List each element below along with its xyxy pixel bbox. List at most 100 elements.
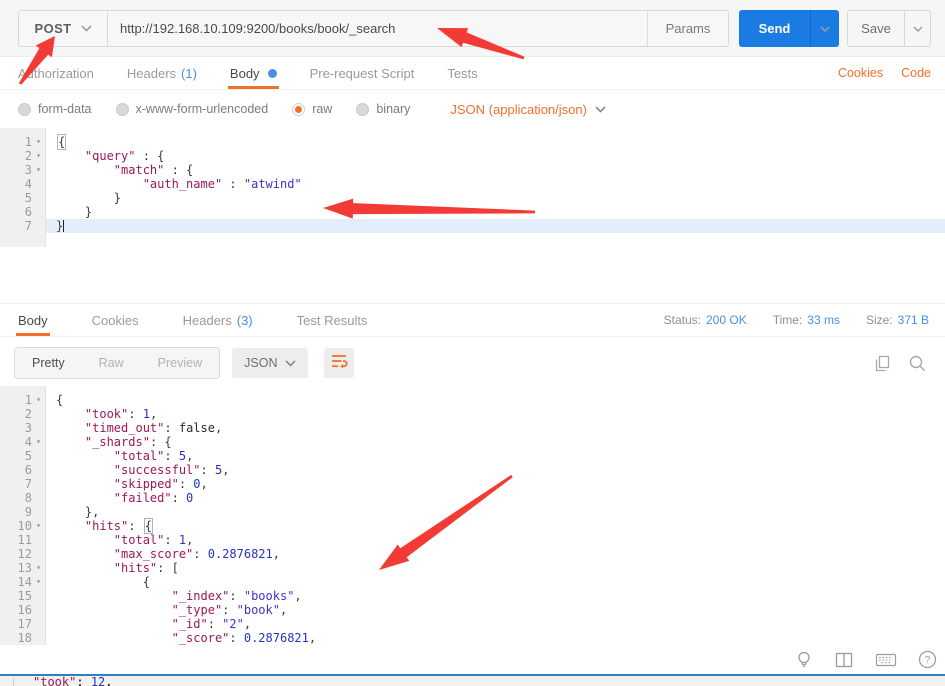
tab-label: Headers: [182, 312, 232, 328]
line-number[interactable]: 1 ▾: [0, 393, 45, 407]
body-type-raw[interactable]: raw: [292, 102, 332, 116]
code-line: "auth_name" : "atwind": [142, 177, 302, 191]
radio-label: binary: [376, 102, 411, 116]
tab-body[interactable]: Body: [227, 57, 279, 89]
url-group: POST Params: [18, 10, 729, 47]
body-type-x-www-form-urlencoded[interactable]: x-www-form-urlencoded: [115, 102, 268, 116]
tab-test-results[interactable]: Test Results: [297, 304, 368, 336]
body-type-form-data[interactable]: form-data: [18, 102, 92, 116]
chevron-down-icon: [80, 25, 92, 32]
body-format-dropdown[interactable]: JSON (application/json): [450, 102, 606, 117]
request-body-code[interactable]: { "query" : { "match" : { "auth_name" : …: [46, 128, 945, 233]
code-line: "_id": "2",: [171, 617, 252, 631]
method-label: POST: [34, 21, 72, 36]
params-button[interactable]: Params: [647, 11, 728, 46]
line-number: 5: [24, 449, 32, 463]
body-active-dot-icon: [267, 68, 277, 78]
wrap-text-button[interactable]: [324, 348, 355, 378]
line-number[interactable]: 13 ▾: [0, 561, 45, 575]
tab-label: Pre-request Script: [309, 65, 415, 81]
radio-label: form-data: [38, 102, 92, 116]
response-format-dropdown[interactable]: JSON: [232, 348, 309, 378]
meta-label: Size:: [865, 313, 893, 327]
line-number: 15: [17, 589, 32, 603]
chevron-down-icon: [285, 359, 297, 367]
tab-label: Test Results: [296, 312, 368, 328]
code-line: "_score": 0.2876821,: [171, 631, 317, 645]
code-link[interactable]: Code: [901, 66, 931, 80]
request-body-editor[interactable]: 1 ▾ 2 ▾ 3 ▾ 4 5 6 7 { "query" : { "match" : { "au…: [0, 128, 945, 302]
tab-body[interactable]: Body: [16, 304, 50, 336]
save-dropdown-toggle[interactable]: [904, 11, 930, 46]
line-number: 8: [24, 491, 32, 505]
tab-count-badge: (1): [181, 65, 197, 81]
line-number: 18: [17, 631, 32, 645]
response-tools: [872, 353, 927, 373]
line-number[interactable]: 10 ▾: [0, 519, 45, 533]
save-button[interactable]: Save: [848, 11, 904, 46]
tab-label: Authorization: [18, 65, 94, 81]
tab-tests[interactable]: Tests: [447, 57, 477, 89]
code-line: }: [56, 191, 122, 205]
line-number: 12: [17, 547, 32, 561]
chevron-down-icon: [820, 25, 830, 32]
fold-caret-icon[interactable]: ▾: [32, 561, 45, 575]
send-button[interactable]: Send: [739, 10, 810, 47]
view-preview[interactable]: Preview: [141, 348, 219, 378]
view-pretty[interactable]: Pretty: [15, 348, 82, 378]
fold-caret-icon[interactable]: ▾: [32, 149, 45, 163]
line-number[interactable]: 14 ▾: [0, 575, 45, 589]
fold-caret-icon[interactable]: ▾: [32, 393, 45, 407]
line-number[interactable]: 1 ▾: [0, 135, 45, 149]
fold-caret-icon[interactable]: ▾: [32, 519, 45, 533]
line-number[interactable]: 2 ▾: [0, 149, 45, 163]
radio-icon: [292, 102, 306, 116]
url-input[interactable]: [107, 11, 647, 46]
cookies-link[interactable]: Cookies: [838, 66, 883, 80]
request-url-bar: POST Params Send Save: [0, 0, 945, 57]
tab-headers[interactable]: Headers (1): [127, 57, 197, 89]
tab-label: Body: [229, 65, 260, 81]
method-dropdown[interactable]: POST: [19, 11, 107, 46]
line-number-gutter: 1 ▾ 2 3 4 ▾ 5 6 7 8 9 10 ▾ 11 12 13 ▾ 14 ▾ 15 16 17 18: [0, 386, 46, 645]
code-line: "total": 1,: [113, 533, 194, 547]
fold-caret-icon[interactable]: ▾: [32, 435, 45, 449]
tab-pre-request-script[interactable]: Pre-request Script: [310, 57, 415, 89]
text-cursor: [63, 220, 65, 232]
wrap-text-icon: [329, 351, 349, 376]
code-line: "query" : {: [84, 149, 165, 163]
code-line: {: [56, 393, 64, 407]
view-raw[interactable]: Raw: [82, 348, 141, 378]
code-line: {: [57, 134, 67, 150]
line-number[interactable]: 3 ▾: [0, 163, 45, 177]
meta-status: Status: 200 OK: [664, 313, 747, 327]
send-dropdown-toggle[interactable]: [810, 10, 839, 47]
fold-caret-icon[interactable]: ▾: [32, 575, 45, 589]
line-number: 11: [17, 533, 32, 547]
help-icon[interactable]: ?: [918, 650, 937, 669]
code-line: "skipped": 0,: [113, 477, 208, 491]
response-body-viewer[interactable]: 1 ▾ 2 3 4 ▾ 5 6 7 8 9 10 ▾ 11 12 13 ▾ 14 ▾ 15 16 17 18 { "took…: [0, 386, 945, 645]
line-number: 7: [24, 219, 32, 233]
fold-caret-icon[interactable]: ▾: [32, 135, 45, 149]
tab-cookies[interactable]: Cookies: [92, 304, 139, 336]
keyboard-shortcuts-icon[interactable]: [875, 650, 897, 670]
gutter-divider: [13, 678, 14, 686]
line-number[interactable]: 4 ▾: [0, 435, 45, 449]
body-type-binary[interactable]: binary: [356, 102, 410, 116]
two-pane-layout-icon[interactable]: [834, 651, 854, 669]
radio-icon: [356, 102, 370, 116]
tab-authorization[interactable]: Authorization: [18, 57, 94, 89]
body-type-selector: form-data x-www-form-urlencoded raw binary …: [0, 90, 945, 128]
tab-label: Cookies: [91, 312, 139, 328]
meta-label: Status:: [663, 313, 701, 327]
send-button-group: Send: [739, 10, 839, 47]
bulb-icon[interactable]: [795, 650, 813, 670]
tab-count-badge: (3): [236, 312, 253, 328]
search-icon[interactable]: [908, 354, 927, 373]
code-line: }: [46, 219, 945, 233]
tab-headers[interactable]: Headers (3): [183, 304, 253, 336]
meta-value: 371 B: [897, 313, 929, 327]
fold-caret-icon[interactable]: ▾: [32, 163, 45, 177]
copy-icon[interactable]: [872, 353, 892, 373]
